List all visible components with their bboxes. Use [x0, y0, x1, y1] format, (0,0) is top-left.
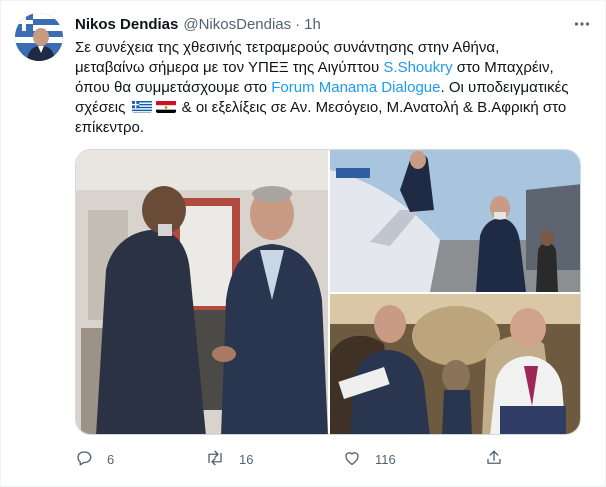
photo-handshake[interactable]	[76, 150, 328, 435]
reply-icon	[75, 449, 93, 470]
photo-plane-cabin[interactable]	[330, 294, 581, 435]
more-icon[interactable]	[571, 14, 593, 34]
like-count: 116	[375, 451, 396, 467]
share-button[interactable]	[485, 445, 503, 473]
text-segment: Σε συνέχεια της χθεσινής τετραμερούς συν…	[75, 39, 500, 56]
tweet-card[interactable]: Nikos Dendias @NikosDendias · 1h Σε συνέ…	[0, 0, 606, 487]
mention-link[interactable]: S.Shoukry	[383, 59, 452, 76]
greece-flag-icon	[131, 100, 152, 113]
author-name[interactable]: Nikos Dendias	[75, 16, 178, 33]
text-segment: σχέσεις	[75, 99, 130, 116]
share-icon	[485, 449, 503, 470]
mention-link[interactable]: Forum Manama Dialogue	[271, 79, 440, 96]
tweet-text-line: επίκεντρο.	[75, 118, 587, 138]
retweet-button[interactable]: 16	[205, 445, 253, 473]
tweet-actions: 6 16 116	[75, 445, 515, 473]
like-button[interactable]: 116	[343, 445, 396, 473]
tweet-timestamp[interactable]: 1h	[304, 16, 321, 33]
text-segment: στο Μπαχρέιν,	[452, 59, 554, 76]
retweet-count: 16	[239, 451, 254, 467]
retweet-icon	[205, 449, 225, 470]
separator-dot: ·	[295, 15, 301, 33]
tweet-header: Nikos Dendias @NikosDendias · 1h	[75, 14, 321, 34]
tweet-text-line: σχέσεις & οι εξελίξεις σε Αν. Μεσόγειο, …	[75, 98, 587, 118]
heart-icon	[343, 449, 361, 470]
avatar[interactable]	[15, 13, 63, 61]
reply-button[interactable]: 6	[75, 445, 114, 473]
author-handle[interactable]: @NikosDendias	[183, 16, 291, 33]
media-grid	[75, 149, 581, 435]
text-segment: & οι εξελίξεις σε Αν. Μεσόγειο, Μ.Ανατολ…	[177, 99, 567, 116]
tweet-text-line: όπου θα συμμετάσχουμε στο Forum Manama D…	[75, 78, 587, 98]
photo-boarding[interactable]	[330, 150, 581, 292]
text-segment: . Οι υποδειγματικές	[440, 79, 569, 96]
tweet-text-line: μεταβαίνω σήμερα με τον ΥΠΕΞ της Αιγύπτο…	[75, 58, 587, 78]
text-segment: όπου θα συμμετάσχουμε στο	[75, 79, 272, 96]
text-segment: μεταβαίνω σήμερα με τον ΥΠΕΞ της Αιγύπτο…	[75, 59, 384, 76]
tweet-text-line: Σε συνέχεια της χθεσινής τετραμερούς συν…	[75, 38, 587, 58]
tweet-text: Σε συνέχεια της χθεσινής τετραμερούς συν…	[75, 38, 587, 138]
egypt-flag-icon	[155, 100, 176, 113]
reply-count: 6	[107, 451, 115, 467]
text-segment: επίκεντρο.	[75, 119, 145, 136]
